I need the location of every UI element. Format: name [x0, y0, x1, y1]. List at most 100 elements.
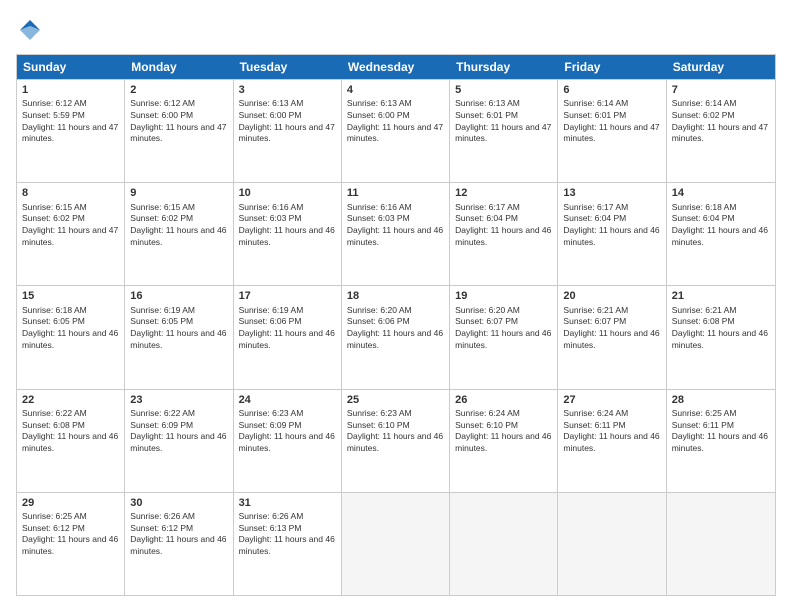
daylight-info: Daylight: 11 hours and 46 minutes. — [239, 225, 335, 247]
header-day-monday: Monday — [125, 55, 233, 79]
day-cell-27: 27 Sunrise: 6:24 AM Sunset: 6:11 PM Dayl… — [558, 390, 666, 492]
day-number: 7 — [672, 83, 770, 97]
day-number: 30 — [130, 496, 227, 510]
sunrise-info: Sunrise: 6:22 AM — [130, 408, 195, 418]
sunrise-info: Sunrise: 6:18 AM — [22, 305, 87, 315]
daylight-info: Daylight: 11 hours and 46 minutes. — [672, 431, 768, 453]
empty-cell — [342, 493, 450, 595]
sunset-info: Sunset: 6:09 PM — [130, 420, 193, 430]
daylight-info: Daylight: 11 hours and 47 minutes. — [455, 122, 551, 144]
day-number: 29 — [22, 496, 119, 510]
sunset-info: Sunset: 6:10 PM — [347, 420, 410, 430]
sunrise-info: Sunrise: 6:13 AM — [239, 98, 304, 108]
daylight-info: Daylight: 11 hours and 46 minutes. — [563, 328, 659, 350]
sunset-info: Sunset: 5:59 PM — [22, 110, 85, 120]
day-cell-29: 29 Sunrise: 6:25 AM Sunset: 6:12 PM Dayl… — [17, 493, 125, 595]
day-cell-25: 25 Sunrise: 6:23 AM Sunset: 6:10 PM Dayl… — [342, 390, 450, 492]
day-cell-5: 5 Sunrise: 6:13 AM Sunset: 6:01 PM Dayli… — [450, 80, 558, 182]
sunset-info: Sunset: 6:05 PM — [130, 316, 193, 326]
header-day-tuesday: Tuesday — [234, 55, 342, 79]
day-cell-16: 16 Sunrise: 6:19 AM Sunset: 6:05 PM Dayl… — [125, 286, 233, 388]
daylight-info: Daylight: 11 hours and 46 minutes. — [347, 225, 443, 247]
daylight-info: Daylight: 11 hours and 47 minutes. — [130, 122, 226, 144]
day-number: 11 — [347, 186, 444, 200]
day-number: 14 — [672, 186, 770, 200]
sunset-info: Sunset: 6:12 PM — [22, 523, 85, 533]
sunrise-info: Sunrise: 6:18 AM — [672, 202, 737, 212]
sunset-info: Sunset: 6:12 PM — [130, 523, 193, 533]
sunrise-info: Sunrise: 6:24 AM — [563, 408, 628, 418]
sunset-info: Sunset: 6:05 PM — [22, 316, 85, 326]
daylight-info: Daylight: 11 hours and 46 minutes. — [22, 534, 118, 556]
sunset-info: Sunset: 6:11 PM — [672, 420, 734, 430]
sunrise-info: Sunrise: 6:25 AM — [672, 408, 737, 418]
daylight-info: Daylight: 11 hours and 46 minutes. — [130, 534, 226, 556]
sunrise-info: Sunrise: 6:17 AM — [563, 202, 628, 212]
day-cell-26: 26 Sunrise: 6:24 AM Sunset: 6:10 PM Dayl… — [450, 390, 558, 492]
header-day-wednesday: Wednesday — [342, 55, 450, 79]
sunrise-info: Sunrise: 6:14 AM — [563, 98, 628, 108]
day-cell-18: 18 Sunrise: 6:20 AM Sunset: 6:06 PM Dayl… — [342, 286, 450, 388]
sunset-info: Sunset: 6:13 PM — [239, 523, 302, 533]
sunset-info: Sunset: 6:00 PM — [130, 110, 193, 120]
sunset-info: Sunset: 6:04 PM — [672, 213, 735, 223]
sunset-info: Sunset: 6:00 PM — [239, 110, 302, 120]
sunrise-info: Sunrise: 6:26 AM — [239, 511, 304, 521]
daylight-info: Daylight: 11 hours and 46 minutes. — [22, 431, 118, 453]
sunset-info: Sunset: 6:04 PM — [455, 213, 518, 223]
sunrise-info: Sunrise: 6:22 AM — [22, 408, 87, 418]
calendar-body: 1 Sunrise: 6:12 AM Sunset: 5:59 PM Dayli… — [17, 79, 775, 595]
daylight-info: Daylight: 11 hours and 46 minutes. — [130, 431, 226, 453]
sunrise-info: Sunrise: 6:20 AM — [455, 305, 520, 315]
calendar-header: SundayMondayTuesdayWednesdayThursdayFrid… — [17, 55, 775, 79]
sunrise-info: Sunrise: 6:19 AM — [239, 305, 304, 315]
logo — [16, 16, 48, 44]
day-cell-30: 30 Sunrise: 6:26 AM Sunset: 6:12 PM Dayl… — [125, 493, 233, 595]
logo-icon — [16, 16, 44, 44]
sunrise-info: Sunrise: 6:23 AM — [347, 408, 412, 418]
day-number: 24 — [239, 393, 336, 407]
daylight-info: Daylight: 11 hours and 47 minutes. — [347, 122, 443, 144]
day-cell-19: 19 Sunrise: 6:20 AM Sunset: 6:07 PM Dayl… — [450, 286, 558, 388]
sunset-info: Sunset: 6:06 PM — [239, 316, 302, 326]
sunrise-info: Sunrise: 6:16 AM — [239, 202, 304, 212]
day-number: 9 — [130, 186, 227, 200]
day-number: 25 — [347, 393, 444, 407]
day-cell-21: 21 Sunrise: 6:21 AM Sunset: 6:08 PM Dayl… — [667, 286, 775, 388]
day-number: 1 — [22, 83, 119, 97]
sunset-info: Sunset: 6:08 PM — [22, 420, 85, 430]
sunrise-info: Sunrise: 6:24 AM — [455, 408, 520, 418]
sunset-info: Sunset: 6:02 PM — [22, 213, 85, 223]
daylight-info: Daylight: 11 hours and 47 minutes. — [22, 225, 118, 247]
day-cell-24: 24 Sunrise: 6:23 AM Sunset: 6:09 PM Dayl… — [234, 390, 342, 492]
sunrise-info: Sunrise: 6:13 AM — [455, 98, 520, 108]
sunrise-info: Sunrise: 6:20 AM — [347, 305, 412, 315]
day-number: 2 — [130, 83, 227, 97]
day-number: 18 — [347, 289, 444, 303]
sunset-info: Sunset: 6:02 PM — [130, 213, 193, 223]
sunset-info: Sunset: 6:07 PM — [563, 316, 626, 326]
week-row-2: 8 Sunrise: 6:15 AM Sunset: 6:02 PM Dayli… — [17, 182, 775, 285]
daylight-info: Daylight: 11 hours and 47 minutes. — [22, 122, 118, 144]
day-cell-7: 7 Sunrise: 6:14 AM Sunset: 6:02 PM Dayli… — [667, 80, 775, 182]
day-cell-20: 20 Sunrise: 6:21 AM Sunset: 6:07 PM Dayl… — [558, 286, 666, 388]
daylight-info: Daylight: 11 hours and 47 minutes. — [563, 122, 659, 144]
daylight-info: Daylight: 11 hours and 46 minutes. — [130, 225, 226, 247]
day-cell-3: 3 Sunrise: 6:13 AM Sunset: 6:00 PM Dayli… — [234, 80, 342, 182]
sunrise-info: Sunrise: 6:12 AM — [22, 98, 87, 108]
sunset-info: Sunset: 6:09 PM — [239, 420, 302, 430]
daylight-info: Daylight: 11 hours and 46 minutes. — [563, 225, 659, 247]
week-row-5: 29 Sunrise: 6:25 AM Sunset: 6:12 PM Dayl… — [17, 492, 775, 595]
sunset-info: Sunset: 6:03 PM — [347, 213, 410, 223]
day-cell-6: 6 Sunrise: 6:14 AM Sunset: 6:01 PM Dayli… — [558, 80, 666, 182]
day-number: 3 — [239, 83, 336, 97]
sunrise-info: Sunrise: 6:17 AM — [455, 202, 520, 212]
daylight-info: Daylight: 11 hours and 46 minutes. — [455, 225, 551, 247]
day-cell-11: 11 Sunrise: 6:16 AM Sunset: 6:03 PM Dayl… — [342, 183, 450, 285]
page: SundayMondayTuesdayWednesdayThursdayFrid… — [0, 0, 792, 612]
day-cell-14: 14 Sunrise: 6:18 AM Sunset: 6:04 PM Dayl… — [667, 183, 775, 285]
day-number: 16 — [130, 289, 227, 303]
sunrise-info: Sunrise: 6:23 AM — [239, 408, 304, 418]
sunset-info: Sunset: 6:10 PM — [455, 420, 518, 430]
day-number: 13 — [563, 186, 660, 200]
